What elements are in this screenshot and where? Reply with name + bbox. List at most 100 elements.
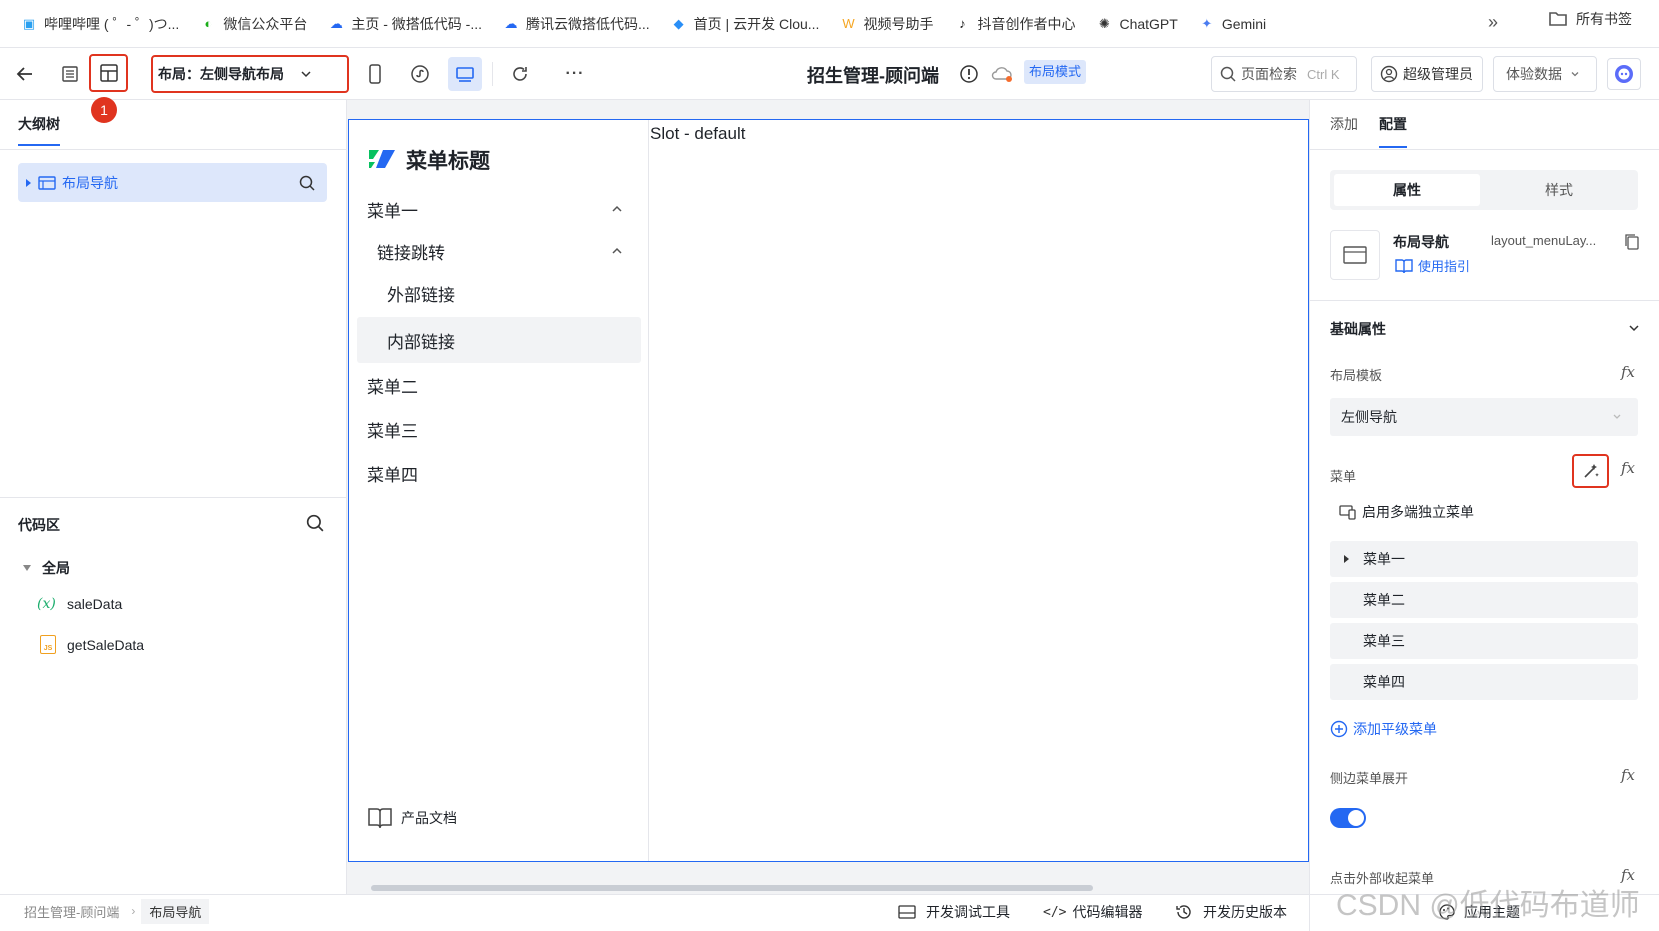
code-item-saledata[interactable]: (x) saleData — [37, 596, 122, 612]
segment-props[interactable]: 属性 — [1334, 174, 1480, 206]
menu-item-3[interactable]: 菜单三 — [367, 414, 418, 444]
bookmark-item[interactable]: ☁ 腾讯云微搭低代码... — [494, 9, 658, 39]
menu-item-4[interactable]: 菜单四 — [367, 458, 418, 488]
mobile-icon — [369, 64, 381, 84]
global-label: 全局 — [42, 560, 70, 576]
multi-menu-label: 启用多端独立菜单 — [1362, 504, 1474, 520]
chatgpt-icon: ✺ — [1099, 15, 1110, 31]
menu-config-item-1[interactable]: 菜单一 — [1330, 541, 1638, 577]
ai-assistant-button[interactable] — [1607, 58, 1641, 90]
tree-item-layout-nav[interactable]: 布局导航 — [18, 163, 327, 202]
code-editor-button[interactable]: </> 代码编辑器 — [1043, 902, 1142, 922]
menu-config-item-3[interactable]: 菜单三 — [1330, 623, 1638, 659]
menu-item-2[interactable]: 菜单二 — [367, 370, 418, 400]
bookmark-item[interactable]: W 视频号助手 — [831, 9, 941, 39]
bookmark-label: 腾讯云微搭低代码... — [526, 15, 650, 32]
page-search-button[interactable]: 页面检索 Ctrl K — [1211, 56, 1357, 92]
label-side-menu-expand: 侧边菜单展开 — [1330, 771, 1409, 786]
bookmark-item[interactable]: ✦ Gemini — [1190, 9, 1274, 39]
usage-guide-link[interactable]: 使用指引 — [1395, 256, 1470, 275]
bookmark-item[interactable]: ◐ 微信公众平台 — [191, 9, 315, 39]
brand-logo-icon — [369, 150, 395, 168]
search-icon — [1220, 66, 1236, 82]
chevron-down-icon[interactable] — [1628, 323, 1640, 333]
fx-icon[interactable]: fx — [1621, 866, 1635, 884]
fx-icon[interactable]: fx — [1621, 363, 1635, 381]
breadcrumb-item-component[interactable]: 布局导航 — [141, 898, 210, 924]
guide-label: 使用指引 — [1418, 259, 1471, 274]
caret-right-icon[interactable] — [24, 178, 32, 188]
menu-item-external-link[interactable]: 外部链接 — [387, 278, 455, 308]
side-menu-expand-switch[interactable] — [1330, 808, 1366, 828]
bookmarks-overflow-button[interactable]: » — [1488, 12, 1498, 33]
layout-select[interactable]: 布局：左侧导航布局 — [151, 55, 349, 93]
tab-add[interactable]: 添加 — [1330, 114, 1358, 134]
experience-data-select[interactable]: 体验数据 — [1493, 56, 1597, 92]
right-panel: 添加 配置 属性 样式 布局导航 layout_menuLay... 使用指引 … — [1309, 100, 1659, 894]
add-sibling-menu-button[interactable]: 添加平级菜单 — [1330, 719, 1437, 739]
template-value: 左侧导航 — [1341, 409, 1397, 425]
code-item-getsaledata[interactable]: JS getSaleData — [40, 635, 144, 654]
bookmark-label: 微信公众平台 — [223, 15, 308, 32]
submenu-link-jump[interactable]: 链接跳转 — [377, 236, 637, 266]
mode-tag: 布局模式 — [1024, 60, 1087, 84]
bookmark-item[interactable]: ▣ 哔哩哔哩 ( ゜- ゜)つ... — [12, 9, 187, 39]
back-button[interactable] — [12, 61, 38, 87]
multi-platform-menu-toggle[interactable]: 启用多端独立菜单 — [1339, 502, 1474, 522]
search-icon[interactable] — [306, 514, 324, 532]
bookmark-label: 抖音创作者中心 — [977, 15, 1076, 32]
fx-icon[interactable]: fx — [1621, 766, 1635, 784]
side-menu: 菜单标题 菜单一 链接跳转 外部链接 内部链接 菜单二 菜单三 菜单四 产品文档 — [349, 120, 649, 861]
menu-edit-button[interactable] — [1572, 454, 1609, 488]
caret-right-icon[interactable] — [1342, 554, 1350, 564]
search-icon[interactable] — [299, 175, 315, 191]
desktop-preview-button[interactable] — [448, 57, 482, 91]
product-docs-link[interactable]: 产品文档 — [367, 806, 457, 830]
debug-tools-button[interactable]: 开发调试工具 — [898, 902, 1010, 922]
segment-style[interactable]: 样式 — [1484, 174, 1634, 206]
all-bookmarks-button[interactable]: 所有书签 — [1548, 9, 1632, 29]
left-panel: 大纲树 布局导航 代码区 全局 (x) saleData JS getSaleD… — [0, 100, 347, 894]
global-group[interactable]: 全局 — [22, 558, 70, 578]
label-layout-template: 布局模板 — [1330, 368, 1383, 383]
breadcrumb-item-app[interactable]: 招生管理-顾问端 — [12, 902, 131, 921]
refresh-button[interactable] — [506, 60, 534, 88]
info-button[interactable] — [955, 60, 983, 88]
admin-label: 超级管理员 — [1403, 66, 1473, 82]
mobile-preview-button[interactable] — [361, 60, 389, 88]
history-versions-button[interactable]: 开发历史版本 — [1175, 902, 1287, 922]
outline-tree-tab[interactable]: 大纲树 — [18, 114, 60, 146]
menu-item-1[interactable]: 菜单一 — [367, 194, 637, 224]
miniprogram-preview-button[interactable] — [406, 60, 434, 88]
horizontal-scrollbar[interactable] — [371, 885, 1093, 891]
bookmark-label: 视频号助手 — [863, 15, 934, 32]
plus-circle-icon — [1330, 720, 1348, 738]
app-theme-button[interactable]: 应用主题 — [1438, 902, 1520, 922]
more-button[interactable]: ··· — [560, 60, 590, 88]
fx-icon[interactable]: fx — [1621, 459, 1635, 477]
history-label: 开发历史版本 — [1203, 904, 1287, 920]
menu-config-label: 菜单四 — [1363, 674, 1405, 690]
admin-role-button[interactable]: 超级管理员 — [1371, 56, 1483, 92]
book-icon — [368, 808, 392, 829]
bookmark-item[interactable]: ◆ 首页 | 云开发 Clou... — [662, 9, 828, 39]
menu-config-item-2[interactable]: 菜单二 — [1330, 582, 1638, 618]
bookmark-item[interactable]: ♪ 抖音创作者中心 — [945, 9, 1083, 39]
layout-nav-component[interactable]: 菜单标题 菜单一 链接跳转 外部链接 内部链接 菜单二 菜单三 菜单四 产品文档… — [348, 119, 1309, 862]
menu-config-item-4[interactable]: 菜单四 — [1330, 664, 1638, 700]
bookmark-item[interactable]: ✺ ChatGPT — [1087, 9, 1185, 39]
layout-template-select[interactable]: 左侧导航 — [1330, 398, 1638, 436]
search-shortcut: Ctrl K — [1307, 66, 1340, 82]
toolbar-divider — [492, 62, 493, 86]
bookmark-label: 主页 - 微搭低代码 -... — [351, 15, 482, 32]
tab-config[interactable]: 配置 — [1379, 114, 1407, 148]
copy-icon[interactable] — [1624, 233, 1640, 251]
chevron-up-icon — [612, 205, 622, 212]
design-canvas: 菜单标题 菜单一 链接跳转 外部链接 内部链接 菜单二 菜单三 菜单四 产品文档… — [347, 100, 1309, 894]
menu-title: 菜单标题 — [406, 150, 490, 173]
layout-view-button[interactable] — [89, 54, 128, 92]
page-view-button[interactable] — [56, 60, 84, 88]
bookmark-item[interactable]: ☁ 主页 - 微搭低代码 -... — [319, 9, 490, 39]
divider — [1310, 149, 1659, 150]
menu-item-internal-link[interactable]: 内部链接 — [387, 325, 455, 355]
